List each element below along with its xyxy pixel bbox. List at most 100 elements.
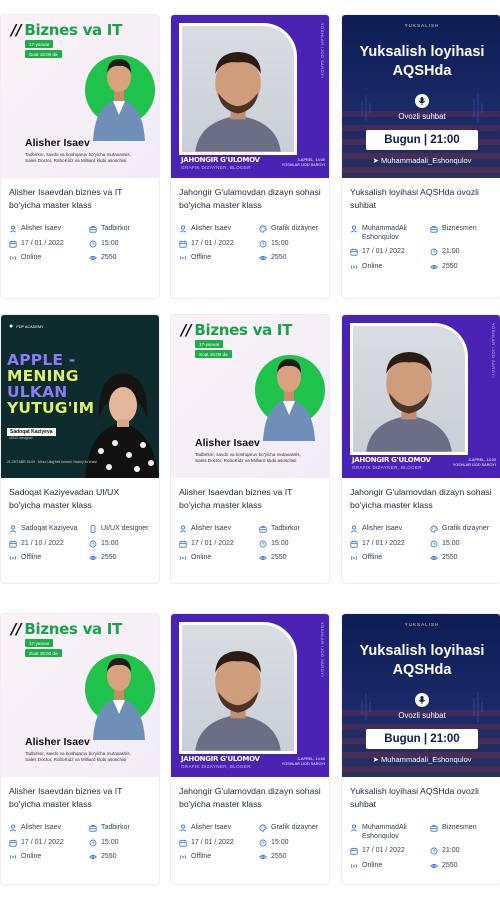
speaker-name: Alisher Isaev <box>191 225 232 232</box>
banner-title: Yuksalish loyihasi AQSHda <box>359 44 485 79</box>
eye-icon <box>430 863 438 868</box>
meta-time: 15:00 <box>89 240 159 249</box>
clock-icon <box>259 540 267 547</box>
event-card-7[interactable]: //Biznes va IT 17-yanvar Soat 15:00 da A… <box>0 613 160 885</box>
calendar-icon <box>9 540 17 548</box>
banner-place-text: YOSHLAR IJOD SAROYI <box>452 463 496 467</box>
banner-speaker-desc: Tadbirkor, savdo va boshqaruv bo'yicha m… <box>25 152 131 163</box>
telegram-handle: ➤ Muhammadali_Eshonqulov <box>342 755 500 764</box>
meta-mode: Online <box>350 263 430 272</box>
clock-icon <box>89 240 97 247</box>
user-icon <box>9 824 17 832</box>
event-card-6[interactable]: YOSHLAR IJOD SAROYI JAHONGIR G'ULOMOV GR… <box>341 314 500 584</box>
event-title[interactable]: Sadoqat Kaziyevadan UI/UX bo'yicha maste… <box>9 486 151 517</box>
banner-place-text: YOSHLAR IJOD SAROYI <box>281 762 325 766</box>
category-label: Biznesmen <box>442 225 477 232</box>
meta-mode: Offline <box>350 554 430 563</box>
meta-views: 2550 <box>89 254 159 263</box>
meta-speaker: Alisher Isaev <box>350 525 430 534</box>
banner-speaker-name: Sadoqat Kaziyeva <box>7 428 56 436</box>
jahongir-banner[interactable]: YOSHLAR IJOD SAROYI JAHONGIR G'ULOMOV GR… <box>171 15 329 178</box>
banner-speaker-role: GRAFIK DIZAYNER, BLOGER <box>352 465 422 470</box>
event-meta: Sadoqat Kaziyeva UI/UX designer 21 / 10 … <box>9 525 151 563</box>
user-icon <box>350 824 358 832</box>
speaker-name: MuhammadAli Eshonqulov <box>362 824 407 840</box>
category-label: Biznesmen <box>442 824 477 831</box>
event-title[interactable]: Jahongir G'ulamovdan dizayn sohasi bo'yi… <box>179 186 321 217</box>
banner-speaker-name: Alisher Isaev <box>195 437 260 449</box>
banner-speaker-role: GRAFIK DIZAYNER, BLOGER <box>181 764 251 769</box>
event-title[interactable]: Alisher Isaevdan biznes va IT bo'yicha m… <box>179 486 321 517</box>
speaker-photo <box>89 644 149 740</box>
event-date: 17 / 01 / 2022 <box>362 847 405 854</box>
meta-views: 2550 <box>259 554 329 563</box>
biznes-banner[interactable]: //Biznes va IT 17-yanvar Soat 15:00 da A… <box>171 315 329 478</box>
calendar-icon <box>350 540 358 548</box>
banner-date: 3-APREL, 14:00 YOSHLAR IJOD SAROYI <box>282 158 325 168</box>
event-card-3[interactable]: YUKSALISH Yuksalish loyihasi AQSHda Ovoz… <box>341 14 500 299</box>
calendar-icon <box>179 240 187 248</box>
biznes-banner[interactable]: //Biznes va IT 17-yanvar Soat 15:00 da A… <box>1 15 159 178</box>
yuksalish-banner[interactable]: YUKSALISH Yuksalish loyihasi AQSHda Ovoz… <box>342 614 500 777</box>
eye-icon <box>89 555 97 561</box>
jahongir-banner[interactable]: YOSHLAR IJOD SAROYI JAHONGIR G'ULOMOV GR… <box>342 315 500 478</box>
meta-time: 15:00 <box>259 239 329 249</box>
briefcase-icon <box>89 825 97 832</box>
event-title[interactable]: Jahongir G'ulamovdan dizayn sohasi bo'yi… <box>350 486 492 517</box>
event-card-1[interactable]: //Biznes va IT 17-yanvar Soat 15:00 da A… <box>0 14 160 299</box>
banner-speaker-desc: Tadbirkor, savdo va boshqaruv bo'yicha m… <box>25 751 131 762</box>
speaker-photo <box>179 23 297 155</box>
slash-mark: // <box>11 21 22 39</box>
meta-speaker: MuhammadAli Eshonqulov <box>350 824 430 841</box>
category-label: Tadbirkor <box>101 225 130 232</box>
eye-icon <box>259 854 267 860</box>
event-card-body: Sadoqat Kaziyevadan UI/UX bo'yicha maste… <box>1 478 159 563</box>
date-pill: 17-yanvar <box>25 639 54 647</box>
event-card-4[interactable]: ● PDP ACADEMY APPLE - MENING ULKAN YUTUG'… <box>0 314 160 584</box>
jahongir-banner[interactable]: YOSHLAR IJOD SAROYI JAHONGIR G'ULOMOV GR… <box>171 614 329 777</box>
banner-heading-text: Biznes va IT <box>194 321 293 339</box>
broadcast-icon <box>180 855 186 859</box>
view-count: 2550 <box>442 262 458 270</box>
apple-banner[interactable]: ● PDP ACADEMY APPLE - MENING ULKAN YUTUG'… <box>1 315 159 478</box>
event-card-9[interactable]: YUKSALISH Yuksalish loyihasi AQSHda Ovoz… <box>341 613 500 885</box>
banner-speaker-name: Alisher Isaev <box>25 736 90 748</box>
speaker-name: Sadoqat Kaziyeva <box>21 525 78 532</box>
event-title[interactable]: Yuksalish loyihasi AQSHda ovozli suhbat <box>350 785 492 816</box>
yuksalish-logo: YUKSALISH <box>404 23 440 28</box>
meta-date: 17 / 01 / 2022 <box>350 248 430 257</box>
slash-mark: // <box>11 620 22 638</box>
broadcast-icon <box>10 256 16 260</box>
event-mode: Online <box>21 853 42 860</box>
speaker-photo <box>350 323 468 455</box>
event-mode: Offline <box>362 554 383 561</box>
biznes-banner[interactable]: //Biznes va IT 17-yanvar Soat 15:00 da A… <box>1 614 159 777</box>
banner-speaker-role: UI/UX designer <box>9 436 33 440</box>
event-time: 15:00 <box>271 239 289 247</box>
event-meta: MuhammadAli Eshonqulov Biznesmen 17 / 01… <box>350 824 492 870</box>
event-card-2[interactable]: YOSHLAR IJOD SAROYI JAHONGIR G'ULOMOV GR… <box>170 14 330 299</box>
meta-time: 15:00 <box>259 540 329 549</box>
user-icon <box>179 525 187 533</box>
telegram-handle-text: Muhammadali_Eshonqulov <box>380 156 472 165</box>
banner-speaker-name: Alisher Isaev <box>25 137 90 149</box>
banner-date: 3-APREL, 14:00 YOSHLAR IJOD SAROYI <box>453 458 496 468</box>
event-date: 17 / 01 / 2022 <box>21 838 64 846</box>
speaker-name: Alisher Isaev <box>21 225 62 232</box>
banner-speaker-desc: Tadbirkor, savdo va boshqaruv bo'yicha m… <box>195 452 301 463</box>
meta-category: Grafik dizayner <box>259 824 329 833</box>
event-card-8[interactable]: YOSHLAR IJOD SAROYI JAHONGIR G'ULOMOV GR… <box>170 613 330 885</box>
event-card-body: Yuksalish loyihasi AQSHda ovozli suhbat … <box>342 178 500 271</box>
user-icon <box>350 525 358 533</box>
event-title[interactable]: Yuksalish loyihasi AQSHda ovozli suhbat <box>350 186 492 217</box>
event-title[interactable]: Jahongir G'ulamovdan dizayn sohasi bo'yi… <box>179 785 321 816</box>
meta-speaker: Alisher Isaev <box>179 525 259 534</box>
event-date: 17 / 01 / 2022 <box>362 539 405 547</box>
banner-heading: //Biznes va IT <box>181 321 292 339</box>
yuksalish-banner[interactable]: YUKSALISH Yuksalish loyihasi AQSHda Ovoz… <box>342 15 500 178</box>
event-card-5[interactable]: //Biznes va IT 17-yanvar Soat 15:00 da A… <box>170 314 330 584</box>
event-title[interactable]: Alisher Isaevdan biznes va IT bo'yicha m… <box>9 785 151 816</box>
banner-place-text: YOSHLAR IJOD SAROYI <box>281 163 325 167</box>
event-title[interactable]: Alisher Isaevdan biznes va IT bo'yicha m… <box>9 186 151 217</box>
meta-date: 17 / 01 / 2022 <box>179 540 259 549</box>
